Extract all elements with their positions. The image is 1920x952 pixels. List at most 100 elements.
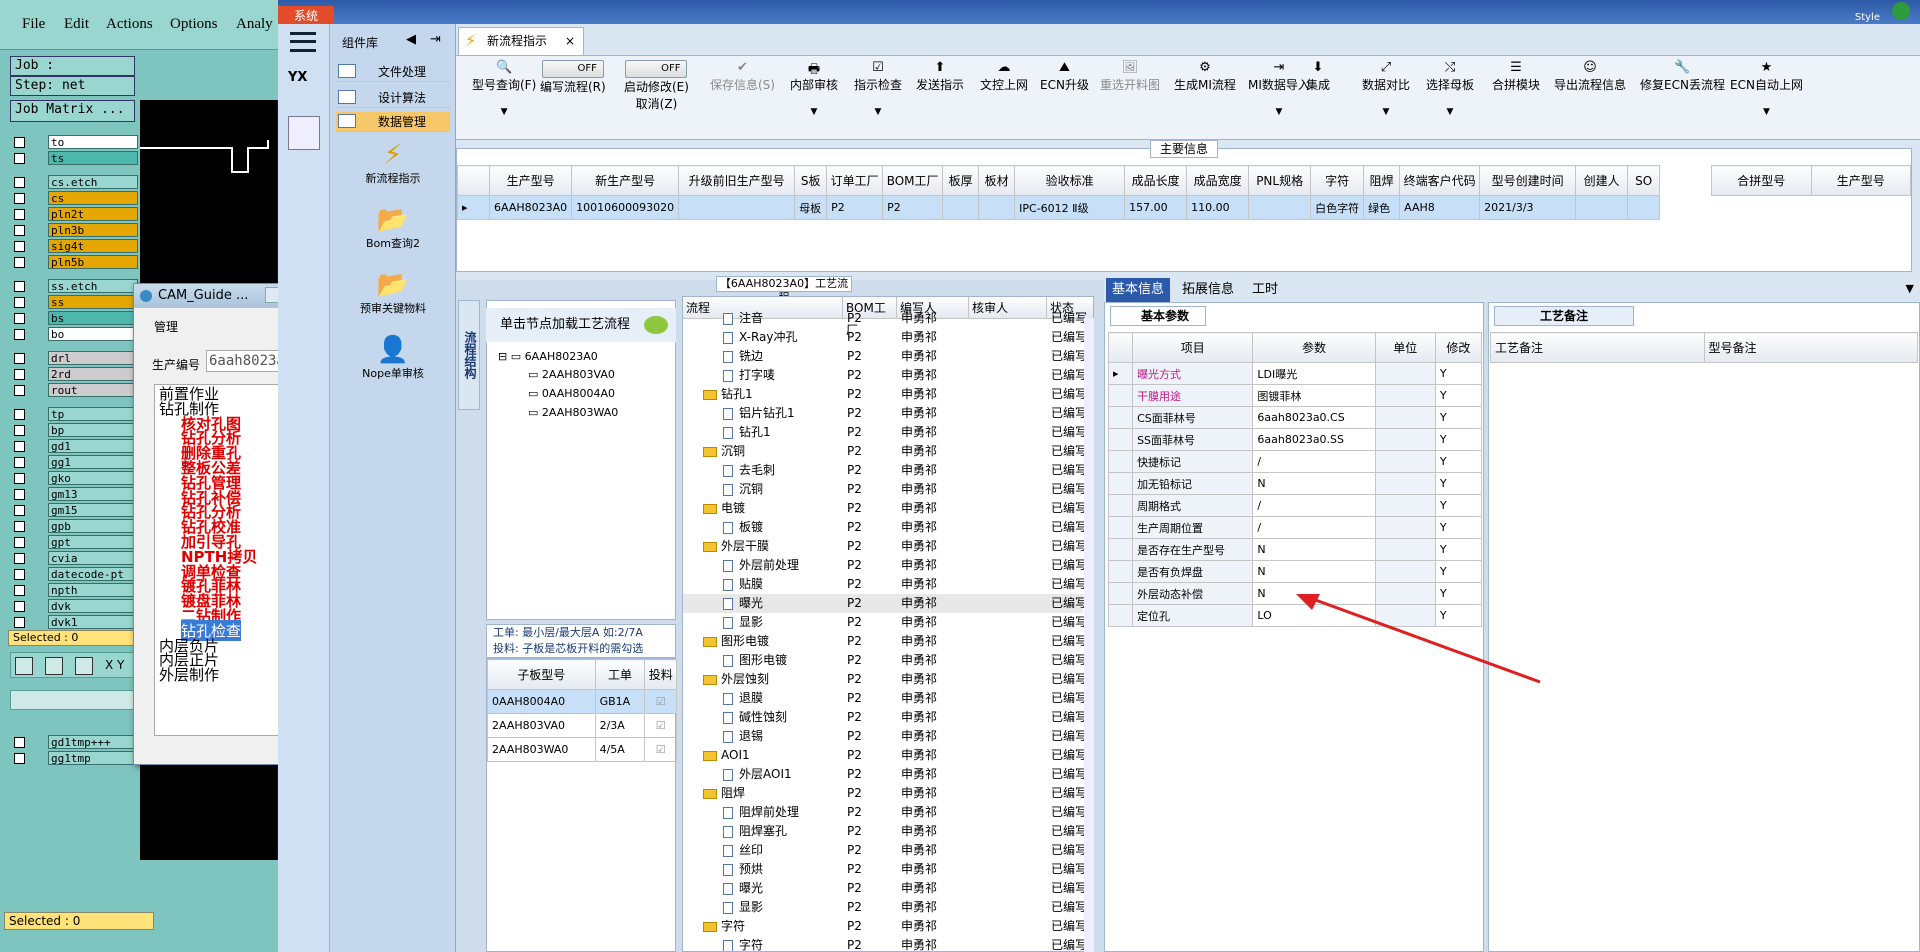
- flow-scrollbar[interactable]: [1084, 318, 1094, 952]
- dropdown-arrow-icon[interactable]: ▼: [472, 107, 536, 117]
- col-header[interactable]: SO: [1627, 165, 1661, 196]
- table-row[interactable]: ▸ 曝光方式 LDI曝光 Y: [1107, 362, 1483, 385]
- calculator-icon[interactable]: [288, 116, 320, 150]
- col-header[interactable]: PNL规格: [1248, 165, 1312, 196]
- table-row[interactable]: CS面菲林号 6aah8023a0.CS Y: [1107, 406, 1483, 429]
- flow-row[interactable]: AOI1 P2 申勇祁 已编写: [683, 746, 1087, 765]
- layer-name[interactable]: gg1tmp: [48, 751, 138, 765]
- toolbar-button[interactable]: ☰ 合拼模块: [1492, 60, 1540, 93]
- cell-param[interactable]: LDI曝光: [1252, 362, 1376, 385]
- toolbar-button[interactable]: ⬇ 集成: [1306, 60, 1330, 93]
- chevron-down-icon[interactable]: ▼: [1906, 282, 1914, 295]
- layer-name[interactable]: cvia: [48, 551, 138, 565]
- toolbar-button[interactable]: ☑ 指示检查 ▼: [854, 60, 902, 117]
- toolbar-button[interactable]: ⛰ ECN升级: [1040, 60, 1089, 93]
- col-header[interactable]: 型号创建时间: [1479, 165, 1577, 196]
- flow-row[interactable]: 图形电镀 P2 申勇祁 已编写: [683, 632, 1087, 651]
- layer-checkbox[interactable]: [14, 456, 25, 468]
- flow-row[interactable]: 沉铜 P2 申勇祁 已编写: [683, 480, 1087, 499]
- layer-name[interactable]: drl: [48, 351, 138, 365]
- flow-row[interactable]: 阻焊 P2 申勇祁 已编写: [683, 784, 1087, 803]
- cell-unit[interactable]: [1374, 538, 1436, 561]
- cell-unit[interactable]: [1374, 450, 1436, 473]
- col-process-remark[interactable]: 工艺备注: [1490, 332, 1705, 363]
- cell-unit[interactable]: [1374, 384, 1436, 407]
- col-modify[interactable]: 修改: [1434, 332, 1483, 363]
- toolbar-button[interactable]: ⤢ 数据对比 ▼: [1362, 60, 1410, 117]
- flow-row[interactable]: X-Ray冲孔 P2 申勇祁 已编写: [683, 328, 1087, 347]
- col-unit[interactable]: 单位: [1374, 332, 1436, 363]
- cell-unit[interactable]: [1374, 472, 1436, 495]
- layer-name[interactable]: rout: [48, 383, 138, 397]
- table-row[interactable]: 0AAH8004A0 GB1A ☑: [487, 689, 677, 714]
- menu-file[interactable]: File: [22, 16, 45, 33]
- cell[interactable]: 110.00: [1186, 195, 1250, 220]
- layer-name[interactable]: gm15: [48, 503, 138, 517]
- feed-checkbox[interactable]: ☑: [656, 743, 666, 756]
- layer-checkbox[interactable]: [14, 600, 25, 612]
- table-row[interactable]: 是否存在生产型号 N Y: [1107, 538, 1483, 561]
- layer-checkbox[interactable]: [14, 504, 25, 516]
- flow-row[interactable]: 电镀 P2 申勇祁 已编写: [683, 499, 1087, 518]
- cell-modify[interactable]: Y: [1434, 516, 1483, 539]
- layer-checkbox[interactable]: [14, 240, 25, 252]
- col-header[interactable]: S板: [794, 165, 828, 196]
- flow-row[interactable]: 退锡 P2 申勇祁 已编写: [683, 727, 1087, 746]
- cell[interactable]: 6AAH8023A0: [488, 195, 573, 220]
- layer-checkbox[interactable]: [14, 520, 25, 532]
- cell[interactable]: 2021/3/3: [1479, 195, 1577, 220]
- table-row[interactable]: 加无铅标记 N Y: [1107, 472, 1483, 495]
- layer-name[interactable]: 2rd: [48, 367, 138, 381]
- flow-row[interactable]: 曝光 P2 申勇祁 已编写: [683, 879, 1087, 898]
- layer-checkbox[interactable]: [14, 312, 25, 324]
- col-param[interactable]: 参数: [1252, 332, 1376, 363]
- phone-icon[interactable]: [1892, 2, 1910, 20]
- cell-param[interactable]: N: [1252, 560, 1376, 583]
- col-header[interactable]: 创建人: [1575, 165, 1629, 196]
- flow-row[interactable]: 显影 P2 申勇祁 已编写: [683, 898, 1087, 917]
- layer-name[interactable]: cs: [48, 191, 138, 205]
- toolbar-button[interactable]: ★ ECN自动上网 ▼: [1730, 60, 1803, 117]
- flow-row[interactable]: 阻焊塞孔 P2 申勇祁 已编写: [683, 822, 1087, 841]
- toolbar-button[interactable]: ⚙ 生成MI流程: [1174, 60, 1236, 93]
- chat-icon[interactable]: [644, 316, 668, 334]
- col-header[interactable]: BOM工厂: [882, 165, 944, 196]
- remark-tab[interactable]: 工艺备注: [1494, 306, 1634, 326]
- layer-name[interactable]: pln5b: [48, 255, 138, 269]
- close-tab-icon[interactable]: ×: [565, 28, 575, 54]
- cell-modify[interactable]: Y: [1434, 450, 1483, 473]
- layer-name[interactable]: gd1tmp+++: [48, 735, 138, 749]
- tab-extend-info[interactable]: 拓展信息: [1176, 278, 1240, 302]
- flow-row[interactable]: 字符 P2 申勇祁 已编写: [683, 917, 1087, 936]
- layer-name[interactable]: tp: [48, 407, 138, 421]
- tree-child[interactable]: ▭ 0AAH8004A0: [528, 387, 615, 400]
- table-row[interactable]: 快捷标记 / Y: [1107, 450, 1483, 473]
- cell-param[interactable]: /: [1252, 494, 1376, 517]
- col-work-order[interactable]: 工单: [594, 659, 646, 690]
- toolbar-button[interactable]: 🔧 修复ECN丢流程: [1640, 60, 1725, 93]
- tab-new-flow[interactable]: ⚡ 新流程指示 ×: [458, 27, 584, 55]
- layer-checkbox[interactable]: [14, 472, 25, 484]
- flow-row[interactable]: 注音 P2 申勇祁 已编写: [683, 309, 1087, 328]
- menu-options[interactable]: Options: [170, 16, 218, 33]
- col-feed[interactable]: 投料: [644, 659, 677, 690]
- basic-params-tab[interactable]: 基本参数: [1110, 306, 1206, 326]
- cell-unit[interactable]: [1374, 428, 1436, 451]
- flow-row[interactable]: 曝光 P2 申勇祁 已编写: [683, 594, 1087, 613]
- flow-row[interactable]: 钻孔1 P2 申勇祁 已编写: [683, 423, 1087, 442]
- cell-unit[interactable]: [1374, 516, 1436, 539]
- flow-row[interactable]: 铝片钻孔1 P2 申勇祁 已编写: [683, 404, 1087, 423]
- cell-unit[interactable]: [1374, 362, 1436, 385]
- cell[interactable]: 绿色: [1363, 195, 1401, 220]
- col-header[interactable]: 板厚: [942, 165, 980, 196]
- flow-row[interactable]: 贴膜 P2 申勇祁 已编写: [683, 575, 1087, 594]
- big-icon-item[interactable]: ⚡ 新流程指示: [338, 140, 448, 186]
- layer-checkbox[interactable]: [14, 736, 25, 748]
- layer-name[interactable]: dvk: [48, 599, 138, 613]
- arrow-left-icon[interactable]: ◀: [406, 32, 416, 47]
- flow-row[interactable]: 铣边 P2 申勇祁 已编写: [683, 347, 1087, 366]
- cell-param[interactable]: /: [1252, 450, 1376, 473]
- layer-checkbox[interactable]: [14, 408, 25, 420]
- arrow-right-icon[interactable]: ⇥: [430, 32, 441, 47]
- cell[interactable]: 白色字符: [1310, 195, 1365, 220]
